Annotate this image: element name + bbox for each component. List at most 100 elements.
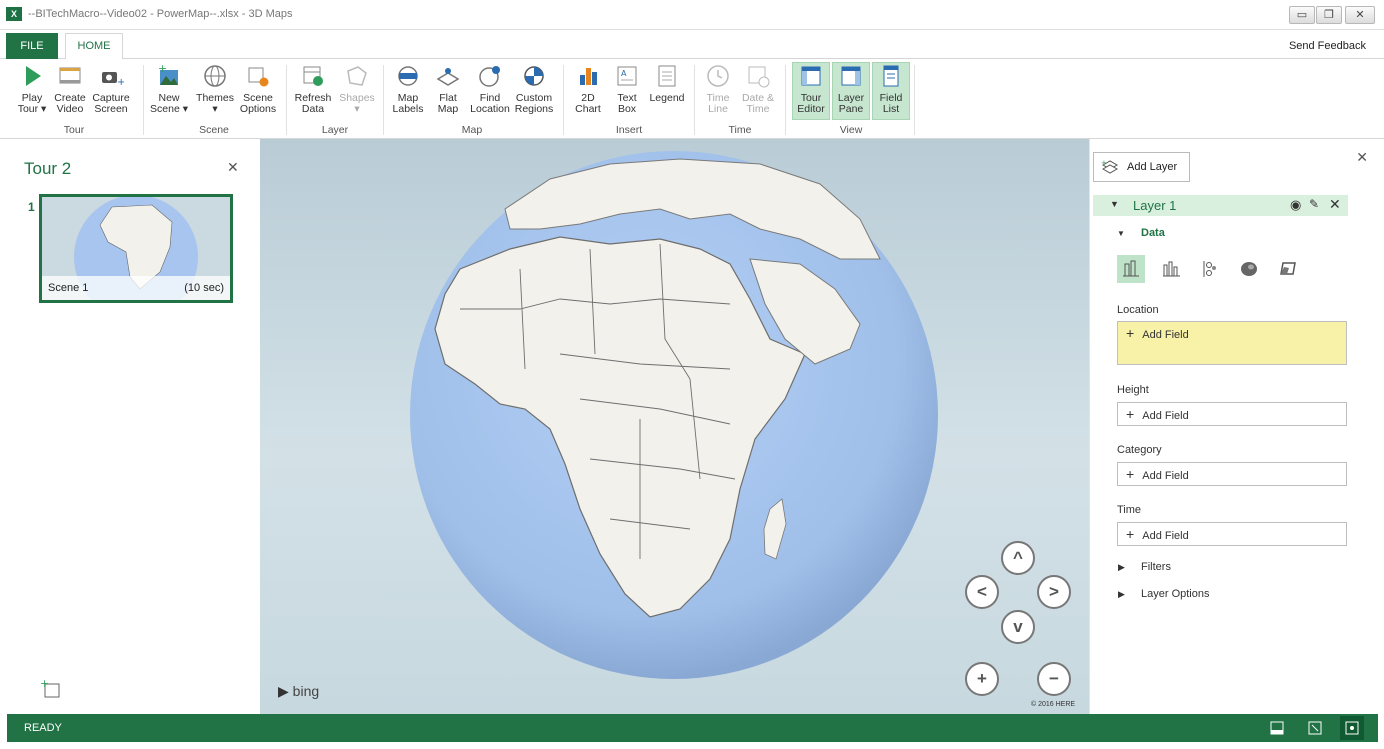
heat-map-icon[interactable] [1235, 255, 1263, 283]
custom-regions-button[interactable]: Custom Regions [514, 63, 554, 115]
send-feedback-link[interactable]: Send Feedback [1289, 40, 1366, 52]
pan-down-button[interactable]: v [1001, 610, 1035, 644]
flat-map-icon [436, 68, 460, 86]
ribbon: Play Tour ▾ Create Video + Capture Screen T… [0, 59, 1384, 139]
pan-left-button[interactable]: < [965, 575, 999, 609]
camera-icon: + [102, 72, 124, 88]
normal-view-icon[interactable] [1269, 720, 1285, 736]
tour-view-button[interactable] [1340, 716, 1364, 740]
close-tour-pane-button[interactable]: ✕ [227, 159, 239, 176]
add-layer-button[interactable]: + Add Layer [1093, 152, 1190, 182]
svg-text:+: + [117, 77, 124, 88]
create-video-label-2: Video [56, 103, 84, 115]
globe-icon [204, 65, 226, 87]
tab-file[interactable]: FILE [6, 33, 58, 59]
custom-regions-icon [524, 66, 544, 86]
clustered-column-icon[interactable] [1158, 255, 1186, 283]
region-icon[interactable] [1274, 255, 1302, 283]
height-field-well[interactable]: + Add Field [1117, 402, 1347, 426]
pan-right-button[interactable]: > [1037, 575, 1071, 609]
chart-2d-label-2: Chart [575, 103, 601, 115]
refresh-data-button[interactable]: Refresh Data [292, 63, 334, 115]
svg-text:A: A [621, 69, 627, 78]
pan-up-button[interactable]: ^ [1001, 541, 1035, 575]
date-time-button[interactable]: Date & Time [739, 63, 777, 115]
create-video-button[interactable]: Create Video [52, 63, 88, 115]
layer-header[interactable]: ▼ Layer 1 ◉ ✎ ✕ [1093, 195, 1348, 216]
flat-map-button[interactable]: Flat Map [431, 63, 465, 115]
delete-layer-icon[interactable]: ✕ [1329, 196, 1341, 213]
find-location-icon [479, 66, 500, 87]
map-copyright: © 2016 HERE [1031, 701, 1076, 708]
time-label: Time [1117, 504, 1142, 516]
zoom-in-button[interactable]: + [965, 662, 999, 696]
refresh-icon [303, 66, 323, 86]
scene-duration: (10 sec) [184, 282, 224, 294]
layer-options-section[interactable]: Layer Options [1141, 588, 1209, 600]
flat-map-label-2: Map [437, 103, 459, 115]
time-line-button[interactable]: Time Line [701, 63, 735, 115]
collapse-layer-icon: ▼ [1110, 199, 1119, 209]
bubble-icon[interactable] [1196, 255, 1224, 283]
add-scene-icon[interactable]: + [40, 678, 62, 700]
tour-editor-button[interactable]: Tour Editor [792, 62, 830, 120]
bing-icon: ▶ [278, 683, 289, 699]
capture-screen-button[interactable]: + Capture Screen [91, 63, 131, 115]
text-box-icon: A [617, 66, 637, 86]
text-box-button[interactable]: A Text Box [610, 63, 644, 115]
view-group-label: View [839, 124, 863, 136]
category-field-well[interactable]: + Add Field [1117, 462, 1347, 486]
map-group-label: Map [461, 124, 483, 136]
layer-pane-button[interactable]: Layer Pane [832, 62, 870, 120]
themes-button[interactable]: Themes ▾ [194, 63, 236, 115]
shapes-button[interactable]: Shapes ▾ [338, 63, 376, 115]
svg-text:+: + [1101, 159, 1107, 167]
new-scene-label-2: Scene ▾ [150, 103, 188, 115]
full-screen-icon[interactable] [1307, 720, 1323, 736]
expand-layer-options-icon[interactable]: ▶ [1118, 589, 1125, 600]
tour-editor-icon [801, 66, 821, 86]
scene-group-label: Scene [199, 124, 229, 136]
field-list-button[interactable]: Field List [872, 62, 910, 120]
time-line-label-2: Line [708, 103, 728, 115]
layer-pane-icon [841, 66, 861, 86]
plus-icon: + [1126, 526, 1135, 542]
chart-2d-button[interactable]: 2D Chart [571, 63, 605, 115]
scene-options-button[interactable]: Scene Options [238, 63, 278, 115]
field-list-label-2: List [882, 103, 900, 115]
scene-thumbnail[interactable]: Scene 1 (10 sec) [39, 194, 233, 303]
map-canvas[interactable]: ▶ bing © 2016 HERE ^ < > v + − [260, 139, 1089, 714]
category-label: Category [1117, 444, 1162, 456]
filters-section[interactable]: Filters [1141, 561, 1171, 573]
stacked-column-viz-button[interactable] [1117, 255, 1145, 283]
bar-chart-icon [580, 68, 597, 85]
pencil-icon[interactable]: ✎ [1309, 197, 1319, 211]
legend-button[interactable]: Legend [648, 63, 686, 104]
time-field-well[interactable]: + Add Field [1117, 522, 1347, 546]
stacked-column-icon [1123, 260, 1139, 277]
map-labels-button[interactable]: Map Labels [389, 63, 427, 115]
close-window-button[interactable]: ✕ [1345, 6, 1375, 24]
layer-group-label: Layer [321, 124, 349, 136]
location-field-well[interactable]: + Add Field [1117, 321, 1347, 365]
scene-options-label-2: Options [239, 103, 277, 115]
status-text: READY [24, 722, 62, 734]
collapse-data-icon[interactable]: ▼ [1117, 229, 1125, 238]
play-icon [26, 66, 41, 86]
expand-filters-icon[interactable]: ▶ [1118, 562, 1125, 573]
play-tour-label-2: Tour ▾ [17, 103, 47, 115]
restore-button[interactable]: ❐ [1316, 6, 1342, 24]
close-layer-pane-button[interactable]: ✕ [1356, 149, 1368, 166]
bing-label: bing [292, 683, 320, 699]
zoom-out-button[interactable]: − [1037, 662, 1071, 696]
tab-home[interactable]: HOME [65, 33, 123, 60]
play-tour-button[interactable]: Play Tour ▾ [14, 63, 50, 115]
eye-icon[interactable]: ◉ [1290, 197, 1301, 213]
title-bar: X --BITechMacro--Video02 - PowerMap--.xl… [0, 0, 1384, 30]
minimize-button[interactable]: ▭ [1289, 6, 1315, 24]
new-scene-button[interactable]: + New Scene ▾ [150, 63, 188, 115]
legend-label: Legend [649, 92, 685, 104]
themes-label-2: ▾ [212, 103, 218, 115]
window-title: --BITechMacro--Video02 - PowerMap--.xlsx… [28, 8, 293, 20]
find-location-button[interactable]: Find Location [469, 63, 511, 115]
